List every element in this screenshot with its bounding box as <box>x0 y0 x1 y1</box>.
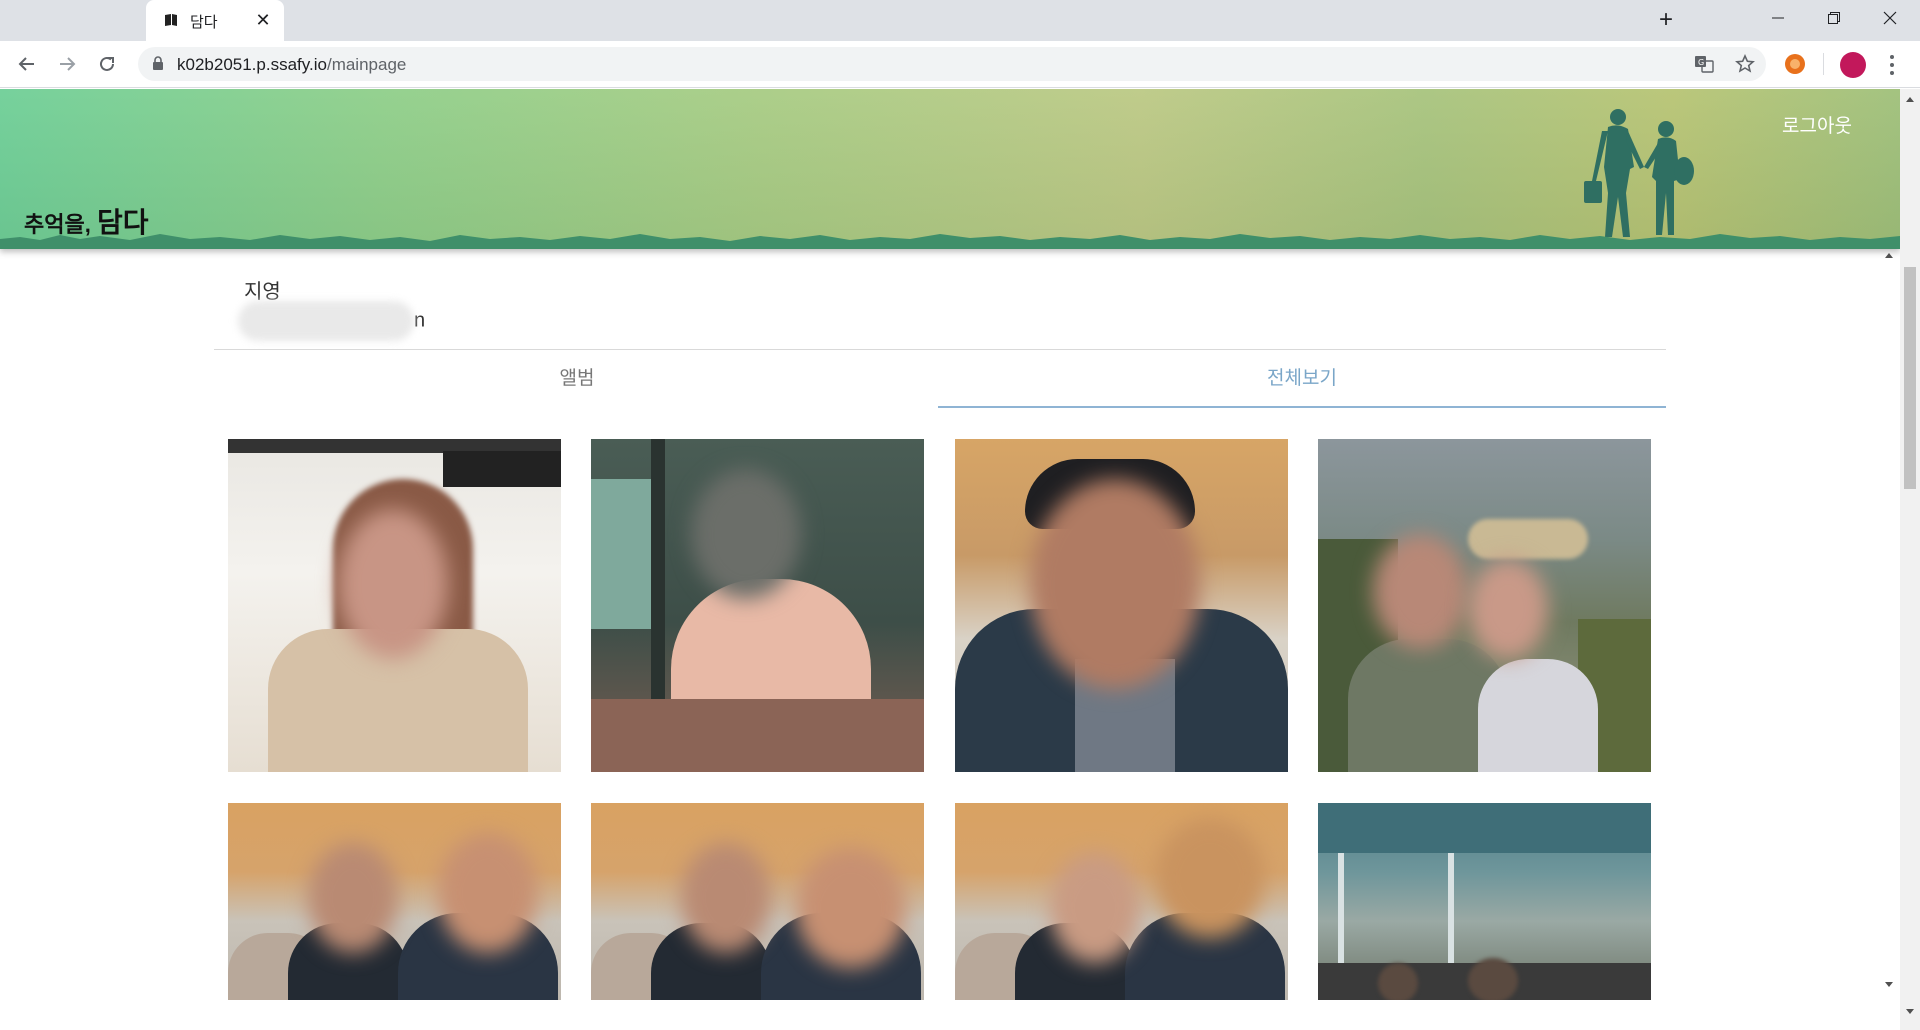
user-email: n <box>238 301 438 341</box>
star-icon[interactable] <box>1734 53 1756 75</box>
scroll-down-icon[interactable] <box>1900 1006 1920 1018</box>
inner-scroll-up-icon[interactable] <box>1880 248 1898 262</box>
address-bar[interactable]: k02b2051.p.ssafy.io/mainpage G <box>138 47 1766 81</box>
svg-text:G: G <box>1698 58 1704 67</box>
site-logo[interactable]: 추억을, 담다 <box>24 201 149 241</box>
inner-scroll-down-icon[interactable] <box>1880 978 1898 992</box>
browser-tab[interactable]: 담다 ✕ <box>146 0 284 41</box>
toolbar-separator <box>1823 53 1824 75</box>
scrollbar-thumb[interactable] <box>1904 267 1916 489</box>
menu-icon[interactable] <box>1882 53 1902 77</box>
new-tab-icon[interactable]: + <box>1654 8 1678 32</box>
translate-icon[interactable]: G <box>1693 53 1715 75</box>
tab-close-icon[interactable]: ✕ <box>252 9 274 31</box>
photo-thumbnail[interactable] <box>955 439 1288 772</box>
profile-avatar[interactable] <box>1840 52 1866 78</box>
photo-thumbnail[interactable] <box>591 803 924 1000</box>
restore-icon[interactable] <box>1806 0 1862 36</box>
tab-album[interactable]: 앨범 <box>214 350 940 408</box>
photo-thumbnail[interactable] <box>228 803 561 1000</box>
photo-thumbnail[interactable] <box>228 439 561 772</box>
book-icon <box>165 14 177 26</box>
photo-thumbnail[interactable] <box>591 439 924 772</box>
url-text: k02b2051.p.ssafy.io/mainpage <box>177 55 407 74</box>
brand-main: 담다 <box>96 207 149 238</box>
grass-silhouette <box>0 234 1900 249</box>
photo-thumbnail[interactable] <box>1318 803 1651 1000</box>
photo-grid <box>228 439 1652 1030</box>
back-icon[interactable] <box>12 49 42 79</box>
user-name: 지영 <box>244 281 281 303</box>
close-window-icon[interactable] <box>1862 0 1918 36</box>
lock-icon <box>153 56 163 70</box>
reload-icon[interactable] <box>92 49 122 79</box>
header-banner: 추억을, 담다 로그아웃 <box>0 89 1900 249</box>
browser-tab-title: 담다 <box>190 14 218 31</box>
browser-toolbar: k02b2051.p.ssafy.io/mainpage G <box>0 41 1920 88</box>
brand-prefix: 추억을, <box>24 212 91 237</box>
browser-tab-strip: 담다 ✕ + <box>0 0 1920 41</box>
page-viewport: 추억을, 담다 로그아웃 지영 n 앨범 전체보기 <box>0 89 1900 1030</box>
user-profile-section: 지영 n 앨범 전체보기 <box>214 249 1666 439</box>
minimize-icon[interactable] <box>1750 0 1806 36</box>
photo-thumbnail[interactable] <box>1318 439 1651 772</box>
page-scrollbar[interactable] <box>1900 89 1920 1030</box>
redacted-email <box>238 301 414 341</box>
logout-button[interactable]: 로그아웃 <box>1782 111 1852 138</box>
photo-thumbnail[interactable] <box>955 803 1288 1000</box>
scroll-up-icon[interactable] <box>1900 93 1920 105</box>
tab-all-photos[interactable]: 전체보기 <box>938 350 1666 408</box>
extension-icon[interactable] <box>1785 54 1805 74</box>
forward-icon[interactable] <box>52 49 82 79</box>
